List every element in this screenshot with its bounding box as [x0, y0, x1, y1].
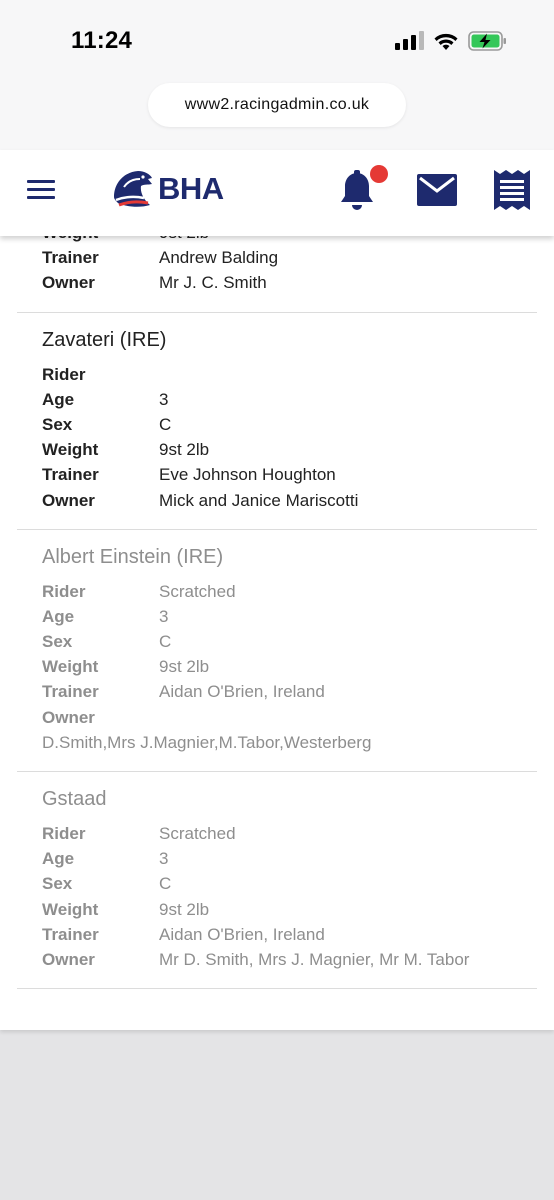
entry-row-age: Age 3	[42, 389, 169, 409]
horse-name: Gstaad	[42, 788, 107, 810]
entry-row-weight: Weight 9st 2lb	[42, 440, 210, 460]
menu-icon[interactable]	[27, 180, 55, 200]
entry-row-owner: Owner Mr J. C. Smith	[42, 273, 267, 293]
entry-card-gstaad[interactable]: Gstaad Rider Scratched Age 3 Sex C Weigh…	[17, 772, 537, 990]
horse-name: Zavateri (IRE)	[42, 328, 167, 351]
entry-row-sex: Sex C	[42, 874, 172, 894]
entry-row-weight: Weight 9st 2lb	[42, 657, 210, 677]
entry-row-owner: Owner Mr D. Smith, Mrs J. Magnier, Mr M.…	[42, 949, 470, 969]
entry-row-owner: Owner	[42, 707, 95, 727]
entry-row-weight: Weight 9st 2lb	[42, 899, 210, 919]
entry-row-trainer: Trainer Andrew Balding	[42, 248, 279, 268]
address-bar[interactable]: www2.racingadmin.co.uk	[148, 83, 406, 127]
status-time: 11:24	[71, 27, 133, 54]
entry-row-rider: Rider Scratched	[42, 821, 512, 846]
entry-card-albert-einstein[interactable]: Albert Einstein (IRE) Rider Scratched Ag…	[17, 530, 537, 772]
owner-value-wrapped: D.Smith,Mrs J.Magnier,M.Tabor,Westerberg	[42, 732, 372, 752]
wifi-icon	[434, 33, 458, 50]
app-header: BHA	[0, 150, 554, 236]
scratched-status: Scratched	[159, 581, 236, 601]
mail-icon[interactable]	[417, 174, 457, 206]
bha-logo[interactable]: BHA	[110, 167, 224, 211]
entry-row-trainer: Trainer Eve Johnson Houghton	[42, 465, 336, 485]
web-page: BHA Weight 9st 2lb Trainer	[0, 150, 554, 1030]
cellular-signal-icon	[395, 30, 425, 50]
entry-row-rider: Rider	[42, 364, 86, 384]
notification-badge	[370, 165, 388, 183]
entry-row-rider: Rider Scratched	[42, 579, 512, 604]
entry-card-zavateri[interactable]: Zavateri (IRE) Rider Age 3 Sex C Weight …	[17, 313, 537, 530]
entry-row-sex: Sex C	[42, 632, 172, 652]
battery-charging-icon	[468, 31, 506, 51]
entry-row-trainer: Trainer Aidan O'Brien, Ireland	[42, 924, 325, 944]
entry-row-owner: Owner Mick and Janice Mariscotti	[42, 490, 359, 510]
entries-list[interactable]: Weight 9st 2lb Trainer Andrew Balding Ow…	[0, 220, 554, 990]
entry-row-sex: Sex C	[42, 414, 172, 434]
entry-row-age: Age 3	[42, 849, 169, 869]
entry-row-age: Age 3	[42, 606, 169, 626]
logo-text: BHA	[158, 171, 224, 206]
browser-chrome: 11:24 www2.racingadmin.co.uk	[0, 0, 554, 150]
scratched-status: Scratched	[159, 824, 236, 843]
horse-head-logo-icon	[114, 171, 152, 207]
receipt-icon[interactable]	[494, 170, 530, 210]
entry-row-trainer: Trainer Aidan O'Brien, Ireland	[42, 682, 325, 702]
horse-name: Albert Einstein (IRE)	[42, 545, 224, 568]
